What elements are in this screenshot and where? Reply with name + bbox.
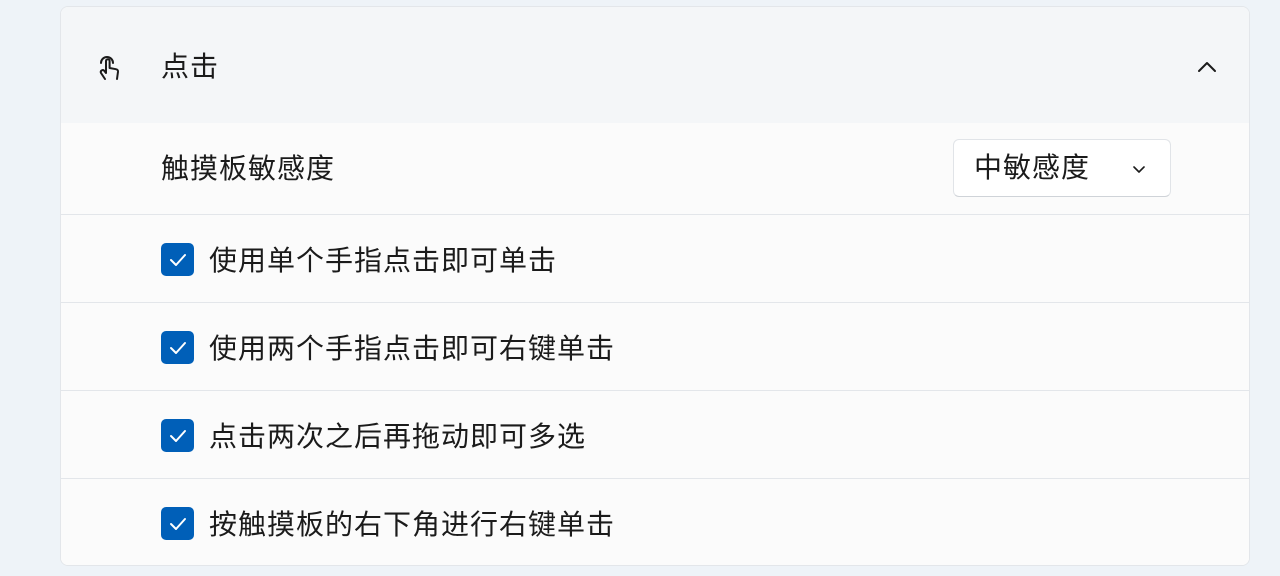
bottom-right-corner-checkbox[interactable] [161,507,194,540]
option-row-single-finger-tap: 使用单个手指点击即可单击 [61,215,1249,303]
option-label: 按触摸板的右下角进行右键单击 [209,508,616,541]
sensitivity-dropdown[interactable]: 中敏感度 [953,139,1171,197]
option-row-two-finger-tap: 使用两个手指点击即可右键单击 [61,303,1249,391]
option-label: 使用两个手指点击即可右键单击 [209,332,616,365]
checkmark-icon [169,341,186,354]
sensitivity-row: 触摸板敏感度 中敏感度 [61,123,1249,215]
collapse-button[interactable] [1187,47,1227,87]
option-label: 点击两次之后再拖动即可多选 [209,420,587,453]
section-title: 点击 [161,50,220,83]
chevron-up-icon [1198,62,1216,72]
tap-section-header[interactable]: 点击 [61,7,1249,124]
option-label: 使用单个手指点击即可单击 [209,244,558,277]
option-row-tap-twice-drag: 点击两次之后再拖动即可多选 [61,391,1249,479]
tap-hand-icon [93,51,125,83]
sensitivity-label: 触摸板敏感度 [161,152,336,185]
tap-settings-card: 点击 触摸板敏感度 中敏感度 使用单个手指点击即可单击 使用两个手指点击即可右键… [60,6,1250,566]
option-row-bottom-right-corner: 按触摸板的右下角进行右键单击 [61,479,1249,565]
two-finger-tap-checkbox[interactable] [161,331,194,364]
tap-twice-drag-checkbox[interactable] [161,419,194,452]
checkmark-icon [169,517,186,530]
chevron-down-icon [1133,166,1145,173]
sensitivity-selected-value: 中敏感度 [974,151,1091,184]
single-finger-tap-checkbox[interactable] [161,243,194,276]
checkmark-icon [169,253,186,266]
checkmark-icon [169,429,186,442]
